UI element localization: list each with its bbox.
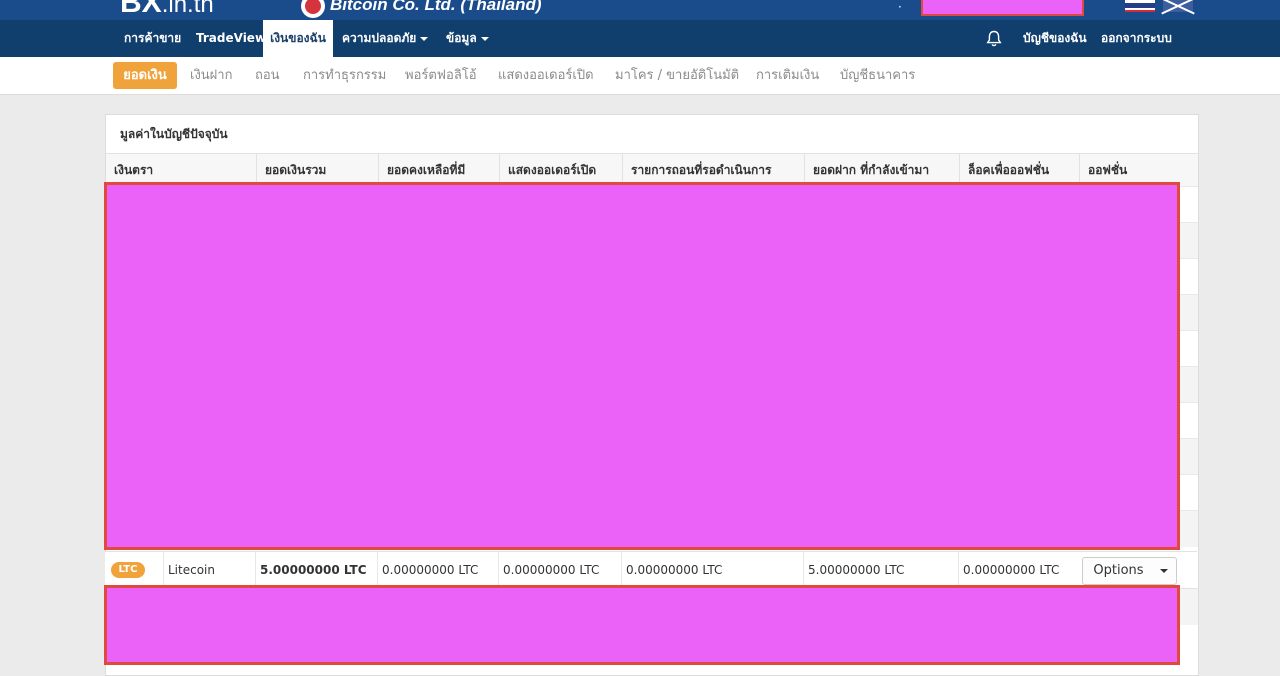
cell-total: 5.00000000 LTC: [255, 552, 377, 588]
cell-open-orders: 0.00000000 LTC: [498, 552, 621, 588]
chevron-down-icon: [480, 36, 489, 41]
nav-info[interactable]: ข้อมูล: [446, 20, 489, 57]
logo-suffix-text: .in.th: [161, 0, 214, 18]
cell-pending-withdrawals: 0.00000000 LTC: [621, 552, 803, 588]
nav-trading-label: การค้าขาย: [124, 31, 182, 45]
currency-badge: LTC: [111, 562, 145, 578]
options-dropdown-toggle[interactable]: [1153, 557, 1177, 585]
header-mark: ·: [898, 0, 902, 14]
site-logo[interactable]: BX.in.th: [120, 0, 214, 20]
cell-locked-options: 0.00000000 LTC: [958, 552, 1078, 588]
nav-tradeview[interactable]: TradeView: [196, 20, 266, 57]
nav-my-money[interactable]: เงินของฉัน: [263, 20, 333, 57]
subnav-withdraw[interactable]: ถอน: [255, 57, 280, 94]
subnav-deposit[interactable]: เงินฝาก: [190, 57, 232, 94]
subnav-topup[interactable]: การเติมเงิน: [756, 57, 819, 94]
table-row-litecoin: LTC Litecoin 5.00000000 LTC 0.00000000 L…: [105, 551, 1197, 589]
sub-nav: ยอดเงิน เงินฝาก ถอน การทำธุรกรรม พอร์ตฟอ…: [0, 57, 1280, 95]
nav-my-account[interactable]: บัญชีของฉัน: [1023, 20, 1087, 57]
currency-name: Litecoin: [163, 552, 255, 588]
redacted-area-top: [921, 0, 1084, 16]
subnav-open-orders[interactable]: แสดงออเดอร์เปิด: [498, 57, 594, 94]
main-nav: การค้าขาย TradeView เงินของฉัน ความปลอดภ…: [0, 20, 1280, 57]
logo-main-text: BX: [120, 0, 162, 19]
flag-thailand-icon[interactable]: [1125, 0, 1155, 12]
nav-trading[interactable]: การค้าขาย: [124, 20, 181, 57]
subnav-macro-autosell[interactable]: มาโคร / ขายอัติโนมัติ: [615, 57, 739, 94]
panel-title: มูลค่าในบัญชีปัจจุบัน: [120, 127, 228, 141]
subnav-portfolio[interactable]: พอร์ตฟอลิโอ้: [405, 57, 477, 94]
nav-info-label: ข้อมูล: [446, 31, 477, 45]
redacted-area-rows: [104, 182, 1180, 550]
redacted-area-bottom: [104, 585, 1180, 665]
options-button[interactable]: Options: [1082, 557, 1155, 585]
flag-uk-icon[interactable]: [1163, 0, 1193, 12]
nav-logout[interactable]: ออกจากระบบ: [1101, 20, 1172, 57]
currency-badge-cell: LTC: [105, 552, 163, 588]
cell-incoming-deposits: 5.00000000 LTC: [803, 552, 958, 588]
subnav-balance[interactable]: ยอดเงิน: [113, 62, 177, 89]
bell-icon[interactable]: [986, 30, 1002, 48]
chevron-down-icon: [420, 36, 429, 41]
chevron-down-icon: [1160, 569, 1168, 573]
nav-my-account-label: บัญชีของฉัน: [1023, 31, 1087, 45]
nav-tradeview-label: TradeView: [196, 31, 267, 45]
nav-security-label: ความปลอดภัย: [342, 31, 417, 45]
top-header: BX.in.th Bitcoin Co. Ltd. (Thailand) ·: [0, 0, 1280, 20]
nav-logout-label: ออกจากระบบ: [1101, 31, 1172, 45]
bitcoin-logo-icon: [301, 0, 325, 18]
nav-security[interactable]: ความปลอดภัย: [342, 20, 429, 57]
cell-available: 0.00000000 LTC: [377, 552, 498, 588]
brand-name: Bitcoin Co. Ltd. (Thailand): [330, 0, 542, 14]
nav-my-money-label: เงินของฉัน: [270, 31, 326, 45]
subnav-transactions[interactable]: การทำธุรกรรม: [303, 57, 386, 94]
subnav-bank-accounts[interactable]: บัญชีธนาคาร: [840, 57, 915, 94]
